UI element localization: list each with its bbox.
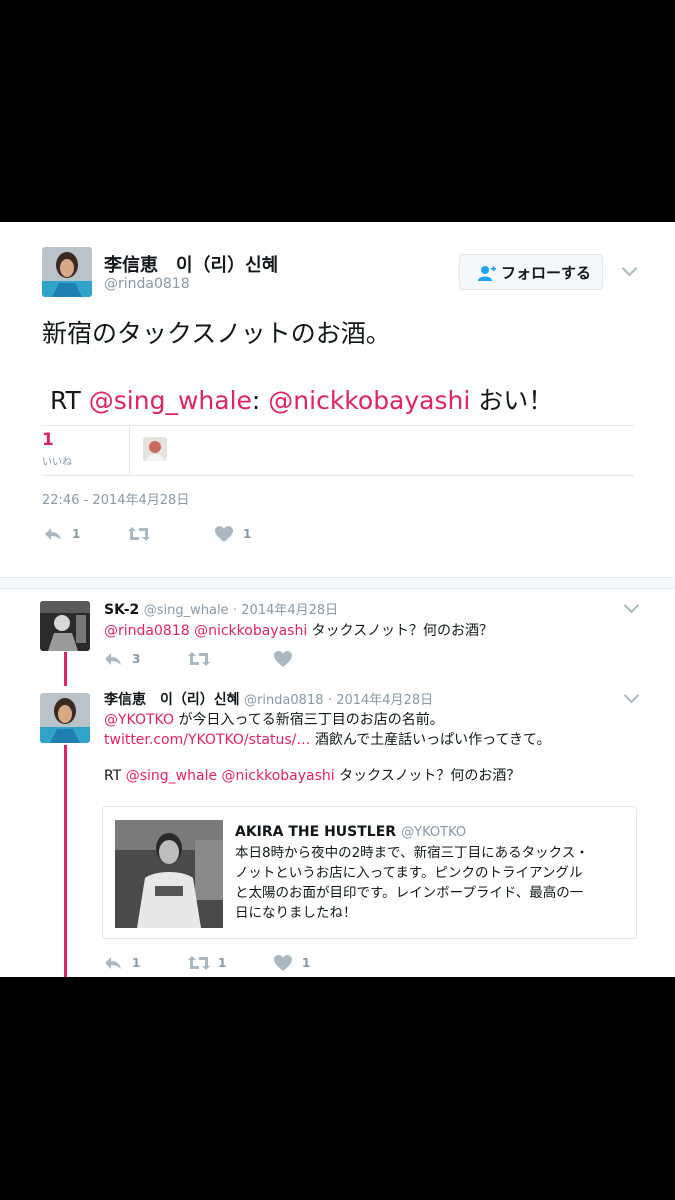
follow-label: フォローする (501, 264, 592, 282)
reply-text-line2: twitter.com/YKOTKO/status/… 酒飲んで土産話いっぱい作… (104, 729, 551, 749)
tweet-text: 新宿のタックスノットのお酒。 (42, 319, 391, 348)
reply-rt-line: RT @sing_whale @nickkobayashi タックスノット？何の… (104, 765, 520, 785)
retweet-icon[interactable] (188, 652, 210, 666)
mention-link[interactable]: @YKOTKO (104, 712, 174, 728)
reply-handle[interactable]: @sing_whale (144, 603, 229, 618)
like-count: 1 (302, 956, 311, 970)
reply-count: 1 (132, 956, 141, 970)
divider (42, 425, 634, 426)
reply-icon[interactable] (104, 652, 122, 666)
reply-icon[interactable] (44, 527, 62, 541)
liker-avatar[interactable] (143, 437, 167, 461)
mention-link[interactable]: @rinda0818 (104, 623, 190, 639)
reply-date[interactable]: · 2014年4月28日 (328, 693, 433, 708)
heart-icon[interactable] (274, 955, 292, 971)
url-link[interactable]: twitter.com/YKOTKO/status/… (104, 732, 310, 748)
author-display-name[interactable]: 李信恵 이（리）신혜 (104, 251, 278, 277)
reply-count: 1 (72, 527, 81, 541)
likes-count[interactable]: 1 (42, 430, 54, 450)
mention-link[interactable]: @nickkobayashi (268, 386, 470, 415)
quoted-text-line: 本日8時から夜中の2時まで、新宿三丁目にあるタックス・ (235, 845, 589, 861)
thread-line (64, 745, 67, 977)
divider (42, 475, 634, 476)
rt-prefix: RT (50, 386, 81, 415)
mention-link[interactable]: @nickkobayashi (222, 768, 335, 784)
quoted-text-line: ノットというお店に入ってます。ピンクのトライアングル (235, 865, 583, 881)
thread-line (64, 652, 67, 686)
mention-link[interactable]: @sing_whale (126, 768, 217, 784)
reply-display-name[interactable]: 李信恵 이（리）신혜 (104, 692, 240, 708)
heart-icon[interactable] (274, 651, 292, 667)
follow-button[interactable]: フォローする (459, 254, 603, 290)
mention-link[interactable]: @sing_whale (89, 386, 252, 415)
rt-body: タックスノット？何のお酒？ (339, 768, 521, 784)
reply-body: 酒飲んで土産話いっぱい作ってきて。 (314, 732, 551, 748)
author-handle[interactable]: @rinda0818 (104, 276, 190, 292)
reply-text: @rinda0818 @nickkobayashi タックスノット？何のお酒？ (104, 620, 493, 640)
rt-prefix: RT (104, 768, 122, 784)
quoted-text-line: 日になりましたね！ (235, 905, 357, 921)
quoted-text-line: と太陽のお面が目印です。レインボープライド、最高の一 (235, 885, 584, 901)
reply-avatar[interactable] (40, 601, 90, 651)
likes-label[interactable]: いいね (42, 453, 72, 468)
replies-separator (0, 577, 675, 589)
quoted-handle[interactable]: @YKOTKO (401, 825, 466, 840)
quoted-tweet[interactable]: AKIRA THE HUSTLER @YKOTKO 本日8時から夜中の2時まで、… (102, 806, 637, 939)
quoted-tweet-image (115, 820, 223, 928)
rt-suffix: おい！ (478, 386, 554, 415)
reply-count: 3 (132, 652, 141, 666)
tweet-rt-line: RT @sing_whale: @nickkobayashi おい！ (50, 381, 553, 417)
mention-link[interactable]: @nickkobayashi (194, 623, 307, 639)
retweet-icon[interactable] (188, 956, 210, 970)
reply-icon[interactable] (104, 956, 122, 970)
reply-body: が今日入ってる新宿三丁目のお店の名前。 (178, 712, 444, 728)
retweet-icon[interactable] (128, 527, 150, 541)
divider (129, 426, 130, 475)
reply-date[interactable]: · 2014年4月28日 (233, 603, 338, 618)
quoted-header: AKIRA THE HUSTLER @YKOTKO (235, 821, 466, 840)
reply-handle[interactable]: @rinda0818 (244, 693, 324, 708)
rt-colon: : (251, 386, 261, 415)
author-avatar[interactable] (42, 247, 92, 297)
reply-text-line1: @YKOTKO が今日入ってる新宿三丁目のお店の名前。 (104, 709, 444, 729)
retweet-count: 1 (218, 956, 227, 970)
reply-avatar[interactable] (40, 693, 90, 743)
quoted-display-name[interactable]: AKIRA THE HUSTLER (235, 824, 396, 840)
tweet-timestamp[interactable]: 22:46 - 2014年4月28日 (42, 489, 189, 508)
like-count: 1 (243, 527, 252, 541)
add-user-icon (478, 266, 496, 281)
reply-body: タックスノット？何のお酒？ (311, 623, 493, 639)
heart-icon[interactable] (215, 526, 233, 542)
reply-header: 李信恵 이（리）신혜 @rinda0818 · 2014年4月28日 (104, 689, 433, 709)
reply-display-name[interactable]: SK-2 (104, 602, 139, 618)
reply-header: SK-2 @sing_whale · 2014年4月28日 (104, 599, 338, 618)
